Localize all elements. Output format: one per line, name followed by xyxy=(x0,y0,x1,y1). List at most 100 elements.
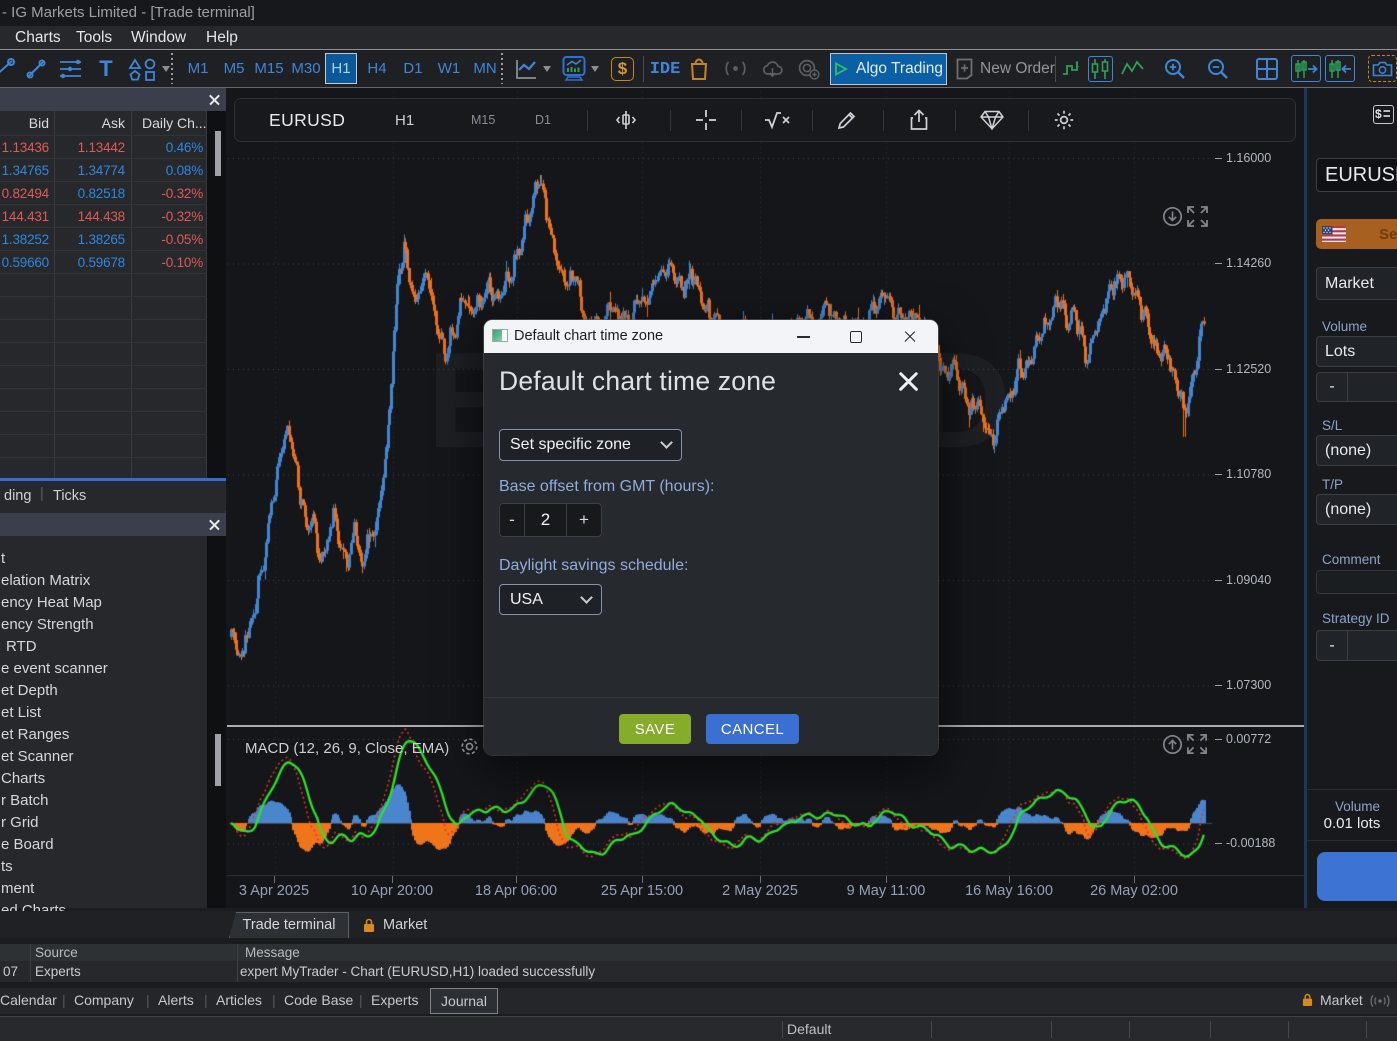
buy-button[interactable] xyxy=(1317,852,1397,901)
expand-pane-icon[interactable] xyxy=(1186,205,1209,228)
dialog-titlebar[interactable]: Default chart time zone xyxy=(484,320,938,353)
change-value[interactable]: -0.32% xyxy=(133,182,203,205)
navigator-item[interactable]: elation Matrix xyxy=(1,570,90,592)
macd-scroll-up-icon[interactable] xyxy=(1162,734,1183,755)
navigator-item[interactable]: ment xyxy=(1,878,34,900)
navigator-item[interactable]: et List xyxy=(1,702,41,724)
menu-tools[interactable]: Tools xyxy=(76,26,112,49)
chart-timeframe-m15[interactable]: M15 xyxy=(471,99,495,141)
ask-value[interactable]: 1.13442 xyxy=(56,136,125,159)
screenshot-camera-icon[interactable] xyxy=(1368,55,1397,82)
formula-icon[interactable] xyxy=(763,99,791,141)
ask-value[interactable]: 1.34774 xyxy=(56,159,125,182)
timeframe-w1[interactable]: W1 xyxy=(434,50,464,87)
offset-decrease-button[interactable]: - xyxy=(500,504,525,536)
order-type-select[interactable]: Market xyxy=(1316,267,1397,300)
cloud-icon[interactable] xyxy=(761,59,784,78)
ide-button[interactable]: IDE xyxy=(651,59,679,79)
new-order-icon[interactable] xyxy=(955,57,974,81)
timeframe-d1[interactable]: D1 xyxy=(398,50,428,87)
save-button[interactable]: SAVE xyxy=(619,714,691,744)
strategy-minus-button[interactable]: - xyxy=(1317,631,1348,660)
algo-trading-button[interactable]: Algo Trading xyxy=(830,53,947,85)
market-watch-scrollbar[interactable] xyxy=(215,131,221,176)
zone-select[interactable]: Set specific zone xyxy=(499,429,682,461)
chart-timeframe-d1[interactable]: D1 xyxy=(535,99,551,141)
vps-icon[interactable] xyxy=(797,58,820,80)
tab-company[interactable]: Company xyxy=(74,988,134,1014)
chart-shift-icon[interactable] xyxy=(1291,55,1321,82)
navigator-item[interactable]: et Scanner xyxy=(1,746,74,768)
line-chart-type-icon[interactable] xyxy=(514,57,538,81)
macd-indicator-label[interactable]: MACD (12, 26, 9, Close, EMA) xyxy=(245,740,449,757)
navigator-item[interactable]: r Grid xyxy=(1,812,39,834)
shapes-dropdown-caret[interactable] xyxy=(161,65,171,73)
shapes-icon[interactable] xyxy=(128,57,160,81)
period-switch-icon[interactable] xyxy=(615,99,637,141)
tab-trade-terminal[interactable]: Trade terminal xyxy=(229,912,349,938)
timeframe-m1[interactable]: M1 xyxy=(183,50,213,87)
navigator-item[interactable]: RTD xyxy=(6,636,37,658)
new-order-button[interactable]: New Order xyxy=(980,50,1055,87)
dialog-minimize-button[interactable] xyxy=(783,320,823,353)
navigator-item[interactable]: et Ranges xyxy=(1,724,69,746)
change-value[interactable]: -0.10% xyxy=(133,251,203,274)
journal-column-message[interactable]: Message xyxy=(245,944,300,961)
offset-value[interactable]: 2 xyxy=(525,504,567,536)
menu-help[interactable]: Help xyxy=(206,26,238,49)
tab-ticks[interactable]: Ticks xyxy=(53,488,86,504)
chart-settings-gear-icon[interactable] xyxy=(1053,99,1075,141)
trade-symbol-field[interactable]: EURUSD xyxy=(1316,158,1397,192)
menu-window[interactable]: Window xyxy=(131,26,186,49)
tab-market-bottom[interactable]: Market xyxy=(1320,988,1363,1014)
offset-increase-button[interactable]: + xyxy=(567,504,601,536)
volume-minus-button[interactable]: - xyxy=(1317,373,1348,401)
bid-value[interactable]: 1.38252 xyxy=(0,228,49,251)
column-header-daily-change[interactable]: Daily Ch... xyxy=(142,111,206,135)
candles-chart-icon[interactable] xyxy=(1088,56,1113,82)
close-market-watch-icon[interactable] xyxy=(209,94,220,105)
navigator-item[interactable]: e Board xyxy=(1,834,54,856)
navigator-item[interactable]: et Depth xyxy=(1,680,58,702)
dialog-maximize-button[interactable] xyxy=(835,320,875,353)
tile-windows-icon[interactable] xyxy=(1255,57,1279,81)
tab-experts[interactable]: Experts xyxy=(371,988,418,1014)
bid-value[interactable]: 144.431 xyxy=(0,205,49,228)
timeframe-h1-active[interactable]: H1 xyxy=(325,53,357,84)
scroll-to-end-icon[interactable] xyxy=(1162,206,1183,227)
auto-scroll-icon[interactable] xyxy=(1325,55,1355,82)
timeframe-h4[interactable]: H4 xyxy=(362,50,392,87)
navigator-item[interactable]: ency Heat Map xyxy=(1,592,102,614)
timeframe-m15[interactable]: M15 xyxy=(251,50,287,87)
quote-list-icon[interactable]: $ xyxy=(1373,105,1394,124)
macd-settings-gear-icon[interactable] xyxy=(459,736,480,757)
tab-code-base[interactable]: Code Base xyxy=(284,988,353,1014)
trendline-partial-icon[interactable] xyxy=(0,57,16,81)
trendline-icon[interactable] xyxy=(24,57,48,81)
zigzag-chart-icon[interactable] xyxy=(1121,59,1144,78)
economic-calendar-icon[interactable]: $ xyxy=(611,57,634,81)
dst-select[interactable]: USA xyxy=(499,584,602,615)
volume-unit-select[interactable]: Lots xyxy=(1316,336,1397,367)
tab-alerts[interactable]: Alerts xyxy=(158,988,194,1014)
column-header-bid[interactable]: Bid xyxy=(0,111,49,135)
ask-value[interactable]: 0.59678 xyxy=(56,251,125,274)
ask-value[interactable]: 1.38265 xyxy=(56,228,125,251)
chart-symbol-label[interactable]: EURUSD xyxy=(269,99,345,141)
timeframe-m5[interactable]: M5 xyxy=(219,50,249,87)
status-profile[interactable]: Default xyxy=(787,1017,831,1041)
bid-value[interactable]: 0.82494 xyxy=(0,182,49,205)
timeframe-m30[interactable]: M30 xyxy=(288,50,324,87)
cancel-button[interactable]: CANCEL xyxy=(706,714,799,744)
bid-value[interactable]: 0.59660 xyxy=(0,251,49,274)
comment-input[interactable] xyxy=(1316,570,1397,594)
tab-market[interactable]: Market xyxy=(363,912,427,938)
change-value[interactable]: -0.32% xyxy=(133,205,203,228)
zoom-in-icon[interactable] xyxy=(1163,57,1188,81)
tick-chart-icon[interactable]: 1 xyxy=(1061,58,1081,79)
tp-field[interactable]: (none) xyxy=(1316,494,1397,525)
dialog-close-button[interactable] xyxy=(888,320,932,353)
chart-type-dropdown-caret[interactable] xyxy=(542,65,552,73)
change-value[interactable]: 0.46% xyxy=(133,136,203,159)
text-tool-icon[interactable]: T xyxy=(96,57,116,81)
